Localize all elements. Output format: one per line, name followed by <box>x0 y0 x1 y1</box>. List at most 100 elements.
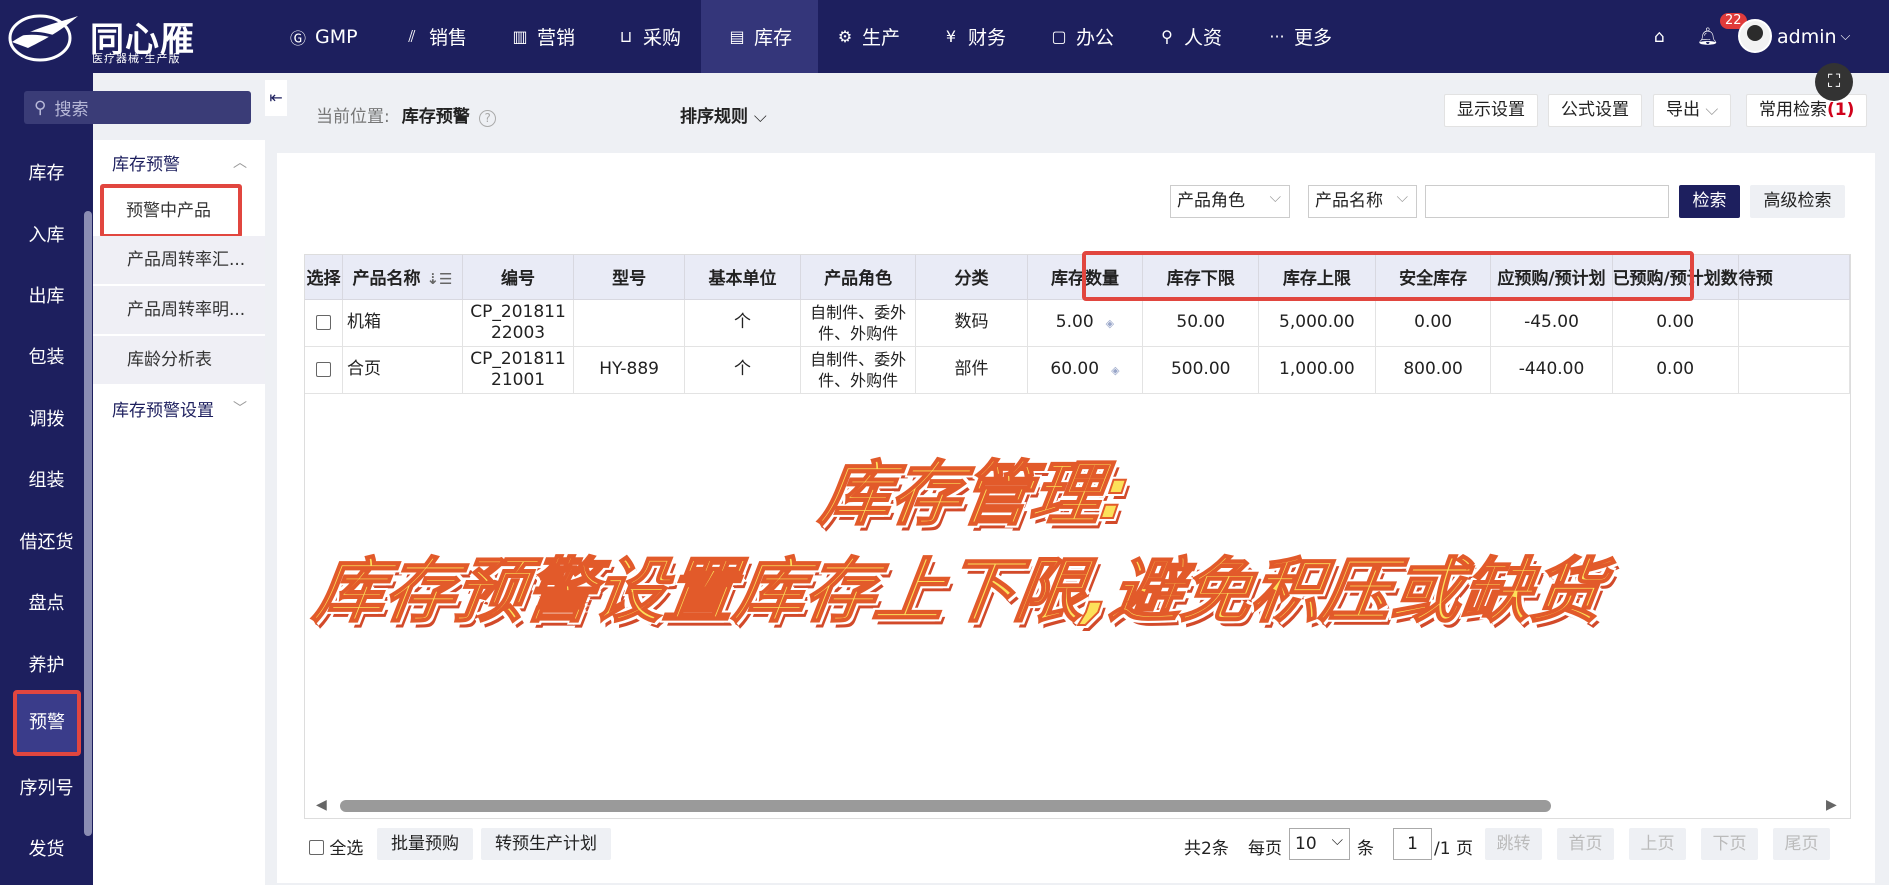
search-input[interactable] <box>1425 185 1669 218</box>
caption-line-1: 库存管理: <box>814 452 1136 536</box>
next-page-button[interactable]: 下页 <box>1701 828 1758 860</box>
submenu-group-warning[interactable]: 库存预警 ︿ <box>93 142 265 182</box>
nav-gmp[interactable]: Ⓖ GMP <box>288 0 358 73</box>
submenu-group-warning-settings[interactable]: 库存预警设置 ﹀ <box>93 388 265 428</box>
rail-item-outbound[interactable]: 出库 <box>0 282 93 308</box>
cell-done: 0.00 <box>1612 299 1739 347</box>
chevron-down-icon: ﹀ <box>233 401 247 417</box>
breadcrumb: 当前位置: 库存预警 ? <box>316 102 497 127</box>
cell-unit: 个 <box>684 346 801 394</box>
fullscreen-icon[interactable]: ⛶ <box>1815 63 1853 101</box>
nav-finance[interactable]: ¥ 财务 <box>941 0 1006 73</box>
rail-item-shipping[interactable]: 发货 <box>0 835 93 861</box>
col-unit: 基本单位 <box>684 255 801 300</box>
horizontal-scrollbar[interactable] <box>340 800 1551 812</box>
nav-hr[interactable]: ⚲ 人资 <box>1157 0 1222 73</box>
brand-subtitle: 医疗器械·生产版 <box>92 52 181 65</box>
home-icon[interactable]: ⌂ <box>1654 0 1665 73</box>
search-field-select[interactable]: 产品名称 <box>1308 182 1417 218</box>
caption-line-2: 库存预警设置库存上下限,避免积压或缺货 <box>308 549 1608 633</box>
cell-safe: 0.00 <box>1375 299 1492 347</box>
per-page-select[interactable]: 10 <box>1289 825 1350 860</box>
rail-item-stocktake[interactable]: 盘点 <box>0 589 93 615</box>
nav-office[interactable]: ▢ 办公 <box>1049 0 1114 73</box>
submenu-item-warning-products[interactable]: 预警中产品 <box>100 184 242 238</box>
select-all[interactable]: 全选 <box>309 834 363 859</box>
export-button[interactable]: 导出 ⌵ <box>1653 94 1732 127</box>
production-icon: ⚙ <box>837 27 853 46</box>
scroll-right-icon[interactable]: ▶ <box>1826 797 1837 813</box>
search-button[interactable]: 检索 <box>1679 185 1740 218</box>
rail-item-inventory[interactable]: 库存 <box>0 159 93 185</box>
scroll-left-icon[interactable]: ◀ <box>316 797 327 813</box>
cell-qty: 60.00 ◈ <box>1027 346 1144 394</box>
nav-inventory[interactable]: ▤ 库存 <box>701 0 819 73</box>
rail-item-inbound[interactable]: 入库 <box>0 221 93 247</box>
rail-item-transfer[interactable]: 调拨 <box>0 405 93 431</box>
submenu-item-turnover-summary[interactable]: 产品周转率汇... <box>93 236 265 284</box>
stock-detail-icon[interactable]: ◈ <box>1111 364 1119 377</box>
advanced-search-button[interactable]: 高级检索 <box>1750 185 1845 218</box>
cell-name[interactable]: 合页 <box>342 346 464 394</box>
rail-search-input[interactable]: ⚲ 搜索 <box>24 91 251 124</box>
cell-category: 部件 <box>915 346 1028 394</box>
rail-item-serial[interactable]: 序列号 <box>0 774 93 800</box>
collapse-sidebar-icon[interactable]: ⇤ <box>265 80 287 116</box>
batch-purchase-button[interactable]: 批量预购 <box>377 828 473 860</box>
jump-button[interactable]: 跳转 <box>1485 828 1542 860</box>
sort-rules-dropdown[interactable]: 排序规则 ⌵ <box>680 102 767 127</box>
cell-name[interactable]: 机箱 <box>342 299 464 347</box>
cell-min: 500.00 <box>1142 346 1260 394</box>
rail-item-packing[interactable]: 包装 <box>0 343 93 369</box>
submenu-item-stock-age[interactable]: 库龄分析表 <box>93 336 265 384</box>
select-all-checkbox[interactable] <box>309 839 324 855</box>
more-icon: ··· <box>1269 27 1285 46</box>
rail-item-borrow[interactable]: 借还货 <box>0 528 93 554</box>
cell-min: 50.00 <box>1142 299 1260 347</box>
avatar[interactable] <box>1738 19 1772 53</box>
rail-item-assembly[interactable]: 组装 <box>0 466 93 492</box>
nav-sales[interactable]: ⫽ 销售 <box>402 0 467 73</box>
nav-purchase[interactable]: ⊔ 采购 <box>616 0 681 73</box>
formula-settings-button[interactable]: 公式设置 <box>1548 94 1642 127</box>
saved-search-button[interactable]: 常用检索(1) <box>1746 94 1868 127</box>
cell-max: 5,000.00 <box>1258 299 1376 347</box>
brand-logo[interactable]: 同心雁 医疗器械·生产版 <box>6 8 196 65</box>
search-icon: ⚲ <box>34 97 47 118</box>
last-page-button[interactable]: 尾页 <box>1773 828 1830 860</box>
sub-menu: 库存预警 ︿ 预警中产品 产品周转率汇... 产品周转率明... 库龄分析表 库… <box>93 140 265 885</box>
row-checkbox[interactable] <box>316 314 331 330</box>
bar-chart-icon: ▥ <box>512 27 528 46</box>
left-rail: ⚲ 搜索 库存 入库 出库 包装 调拨 组装 借还货 盘点 养护 预警 序列号 … <box>0 73 251 885</box>
col-product-name[interactable]: 产品名称 ⇣☰ <box>342 255 464 300</box>
row-checkbox[interactable] <box>316 361 331 377</box>
help-icon[interactable]: ? <box>479 110 497 127</box>
nav-production[interactable]: ⚙ 生产 <box>835 0 900 73</box>
inventory-icon: ▤ <box>729 27 745 46</box>
page-number-input[interactable]: 1 <box>1393 828 1432 860</box>
display-settings-button[interactable]: 显示设置 <box>1444 94 1538 127</box>
rail-item-warning[interactable]: 预警 <box>13 690 81 756</box>
briefcase-icon: ▢ <box>1051 27 1067 46</box>
rail-scrollbar[interactable] <box>84 211 92 836</box>
col-model: 型号 <box>573 255 686 300</box>
to-production-plan-button[interactable]: 转预生产计划 <box>481 828 611 860</box>
yen-icon: ¥ <box>945 27 957 46</box>
nav-marketing[interactable]: ▥ 营销 <box>510 0 575 73</box>
product-role-select[interactable]: 产品角色 <box>1170 182 1290 218</box>
stock-detail-icon[interactable]: ◈ <box>1106 317 1114 330</box>
per-page-label: 每页 <box>1248 839 1282 859</box>
submenu-item-turnover-detail[interactable]: 产品周转率明... <box>93 286 265 334</box>
nav-more[interactable]: ··· 更多 <box>1267 0 1332 73</box>
cell-model <box>573 299 686 347</box>
table-row[interactable]: 机箱 CP_20181122003 个 自制件、委外件、外购件 数码 5.00 ◈… <box>305 299 1850 347</box>
cell-category: 数码 <box>915 299 1028 347</box>
sort-icon[interactable]: ⇣☰ <box>426 270 452 288</box>
bell-icon[interactable]: 🔔︎ <box>1697 0 1719 73</box>
first-page-button[interactable]: 首页 <box>1557 828 1614 860</box>
table-row[interactable]: 合页 CP_20181121001 HY-889 个 自制件、委外件、外购件 部… <box>305 346 1850 394</box>
basket-icon: ⊔ <box>619 27 633 46</box>
prev-page-button[interactable]: 上页 <box>1629 828 1686 860</box>
rail-item-maintenance[interactable]: 养护 <box>0 651 93 677</box>
user-menu[interactable]: admin ⌵ <box>1777 0 1850 73</box>
